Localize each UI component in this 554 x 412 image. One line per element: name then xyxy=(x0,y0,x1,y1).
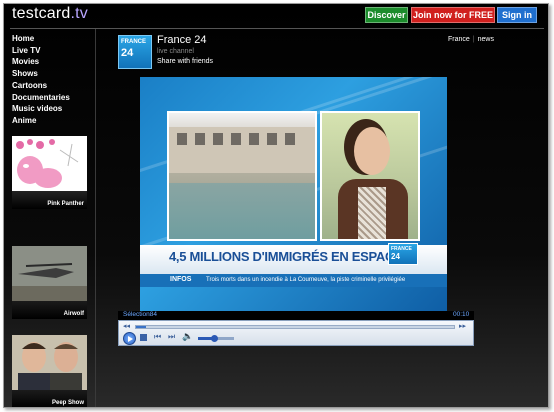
clip-title: Sélection84 xyxy=(123,311,157,318)
clip-time: 00:10 xyxy=(453,311,470,318)
seek-progress xyxy=(136,326,146,328)
sidebar-nav: Home Live TV Movies Shows Cartoons Docum… xyxy=(12,33,92,127)
thumbnail-airwolf[interactable]: Airwolf xyxy=(12,246,87,319)
channel-logo: FRANCE 24 xyxy=(118,35,152,69)
player-controls: ◂◂ ▸▸ ⏮ ⏭ 🔈 xyxy=(118,320,474,346)
play-icon[interactable] xyxy=(123,332,136,345)
nav-item-home[interactable]: Home xyxy=(12,33,92,45)
next-icon[interactable]: ⏭ xyxy=(168,332,175,342)
window xyxy=(213,133,223,145)
seek-back-icon[interactable]: ◂◂ xyxy=(123,322,130,330)
ticker-text: Trois morts dans un incendie à La Courne… xyxy=(206,277,406,283)
thumbnail-label: Peep Show xyxy=(51,400,84,406)
nav-item-documentaries[interactable]: Documentaries xyxy=(12,92,92,104)
thumbnail-peep-show[interactable]: Peep Show xyxy=(12,335,87,407)
nav-item-movies[interactable]: Movies xyxy=(12,56,92,68)
seek-forward-icon[interactable]: ▸▸ xyxy=(459,322,466,330)
nav-item-live-tv[interactable]: Live TV xyxy=(12,45,92,57)
reporter-scene xyxy=(320,111,420,241)
thumbnail-label: Airwolf xyxy=(63,311,84,317)
thumbnail-pink-panther[interactable]: Pink Panther xyxy=(12,136,87,209)
window xyxy=(249,133,259,145)
window xyxy=(267,133,277,145)
volume-slider[interactable] xyxy=(198,335,234,342)
tag-news[interactable]: news xyxy=(478,36,494,43)
france24-badge: FRANCE 24 xyxy=(388,243,418,265)
player-info-bar xyxy=(118,311,474,320)
channel-tags: France | news xyxy=(448,36,494,43)
volume-knob[interactable] xyxy=(211,335,218,342)
peep-show-art xyxy=(12,335,87,390)
window xyxy=(177,133,187,145)
nav-item-cartoons[interactable]: Cartoons xyxy=(12,80,92,92)
nav-item-anime[interactable]: Anime xyxy=(12,115,92,127)
site-logo[interactable]: testcard.tv xyxy=(12,5,88,23)
share-link[interactable]: Share with friends xyxy=(157,58,213,65)
window xyxy=(195,133,205,145)
logo-main: testcard xyxy=(12,5,71,22)
reporter-shirt xyxy=(358,187,386,239)
tag-separator: | xyxy=(472,36,475,43)
discover-button[interactable]: Discover xyxy=(365,7,408,23)
stop-icon[interactable] xyxy=(140,334,147,341)
tag-france[interactable]: France xyxy=(448,36,470,43)
volume-icon[interactable]: 🔈 xyxy=(182,331,193,342)
video-frame[interactable]: 4,5 MILLIONS D'IMMIGRÉS EN ESPAGNE FRANC… xyxy=(140,77,447,311)
airwolf-art xyxy=(12,246,87,301)
window xyxy=(231,133,241,145)
channel-subtitle: live channel xyxy=(157,48,194,55)
window xyxy=(285,133,295,145)
thumbnail-label: Pink Panther xyxy=(47,201,84,207)
sidebar-divider xyxy=(95,29,96,407)
street-scene xyxy=(167,111,317,241)
header-divider xyxy=(10,28,544,29)
channel-logo-line1: FRANCE xyxy=(121,39,146,45)
ticker-label: INFOS xyxy=(170,276,192,283)
news-headline: 4,5 MILLIONS D'IMMIGRÉS EN ESPAGNE xyxy=(169,249,413,264)
signin-button[interactable]: Sign in xyxy=(497,7,537,23)
browser-frame: testcard.tv Discover Join now for FREE S… xyxy=(3,3,549,408)
nav-item-shows[interactable]: Shows xyxy=(12,68,92,80)
join-button[interactable]: Join now for FREE xyxy=(411,7,495,23)
pink-panther-art xyxy=(12,136,87,191)
road xyxy=(169,183,315,239)
previous-icon[interactable]: ⏮ xyxy=(154,332,161,342)
nav-item-music-videos[interactable]: Music videos xyxy=(12,103,92,115)
seek-bar[interactable] xyxy=(135,325,455,329)
reporter-head xyxy=(354,127,390,175)
channel-logo-line2: 24 xyxy=(121,47,134,59)
badge-line2: 24 xyxy=(391,252,400,261)
channel-title: France 24 xyxy=(157,34,207,46)
logo-tld: .tv xyxy=(70,5,89,22)
